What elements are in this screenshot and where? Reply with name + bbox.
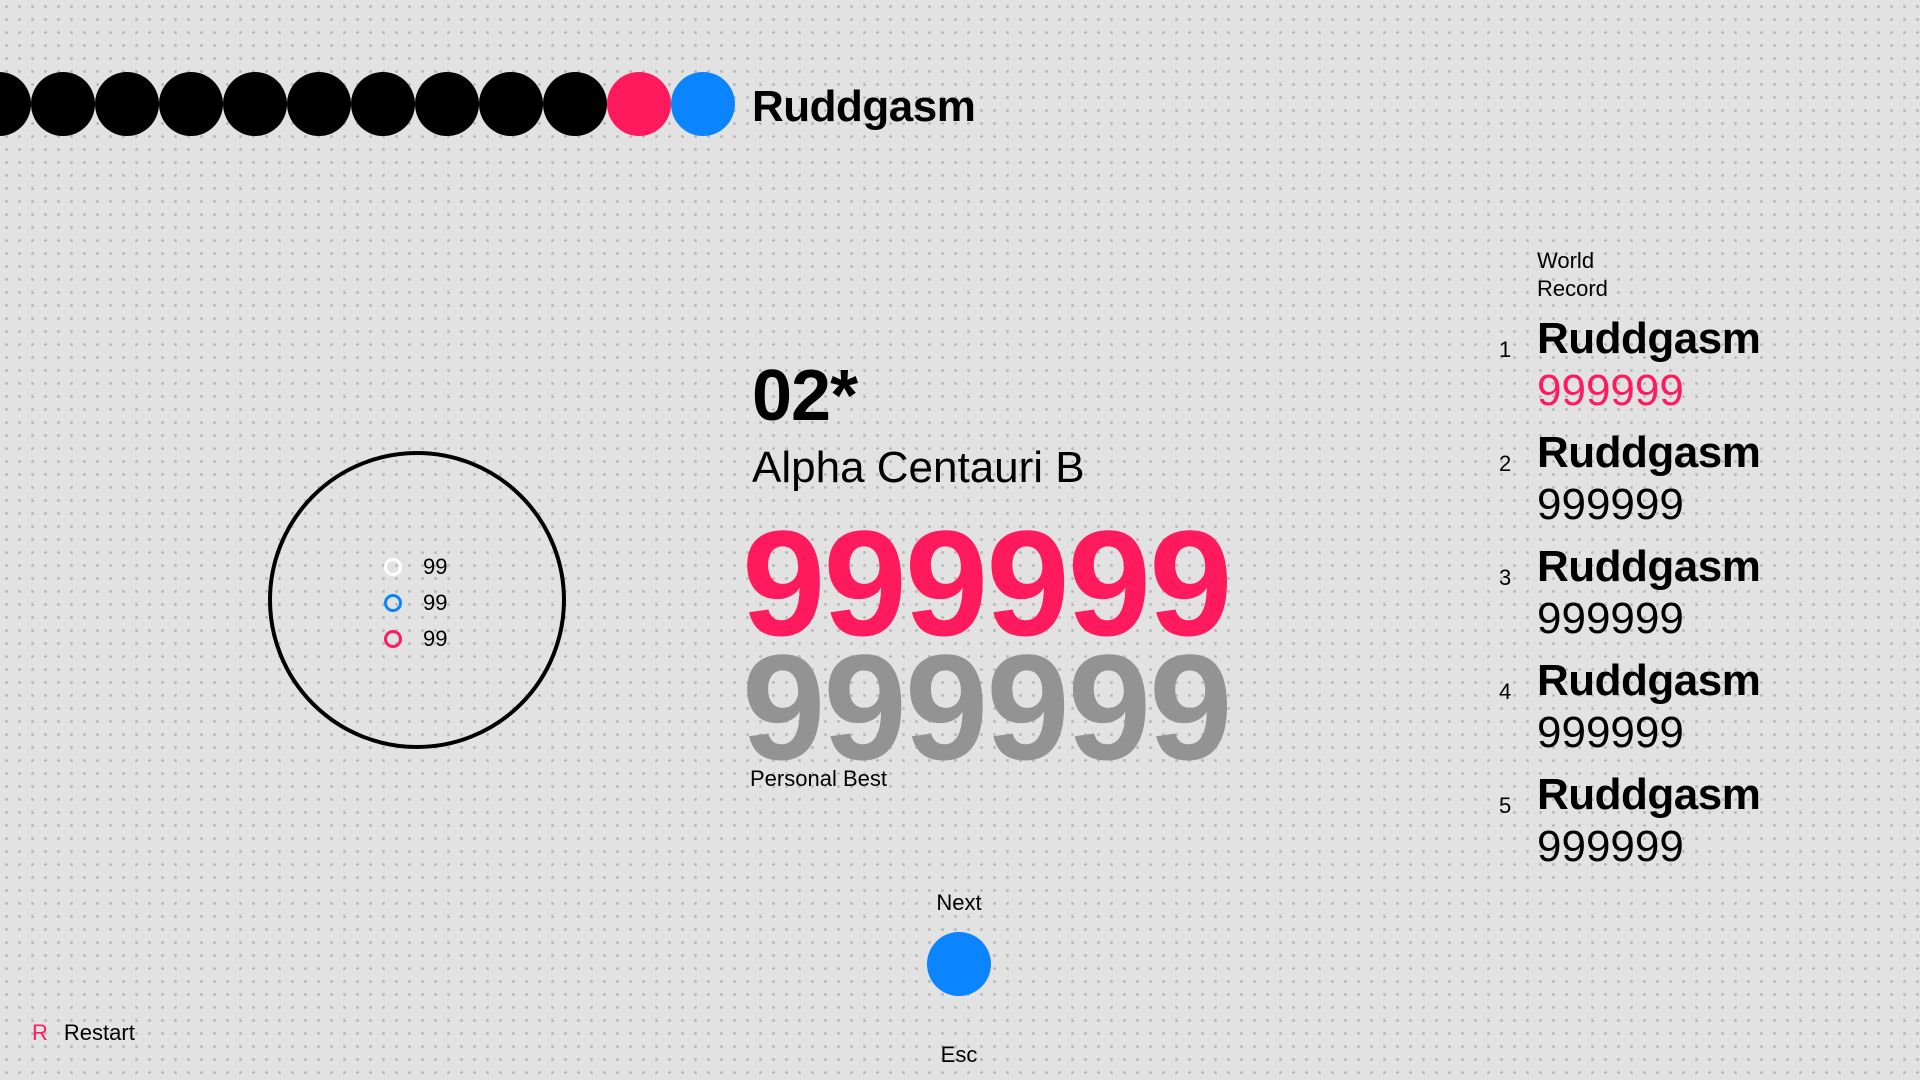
progress-dot-black [95,72,159,136]
world-record-title-line2: Record [1537,276,1608,301]
personal-best-label: Personal Best [750,766,887,791]
restart-label: Restart [63,1020,135,1045]
next-label: Next [936,890,982,915]
world-record-title-line1: World [1537,248,1595,273]
progress-dot-black [287,72,351,136]
leaderboard-name: Ruddgasm [1537,428,1761,477]
level-number: 02* [752,356,858,436]
leaderboard-score: 999999 [1537,594,1684,643]
leaderboard-score: 999999 [1537,480,1684,529]
leaderboard-entry: 3 Ruddgasm 999999 [1490,542,1790,653]
progress-dot-black [479,72,543,136]
judgement-row-pink: 99 [384,626,447,652]
judgement-count: 99 [423,590,448,615]
leaderboard-rank: 2 [1499,451,1512,476]
esc-button[interactable]: Esc [912,1042,1006,1068]
next-button[interactable] [927,932,991,996]
leaderboard-name: Ruddgasm [1537,314,1761,363]
leaderboard-name: Ruddgasm [1537,770,1761,819]
progress-dot-black [159,72,223,136]
leaderboard-score: 999999 [1537,822,1684,871]
judgement-count: 99 [423,626,448,651]
progress-dot-black [543,72,607,136]
progress-dot-black [223,72,287,136]
leaderboard-entry: 5 Ruddgasm 999999 [1490,770,1790,881]
pink-ring-icon [384,630,402,648]
leaderboard-rank: 1 [1499,337,1512,362]
progress-dot-black [31,72,95,136]
leaderboard-rank: 3 [1499,565,1512,590]
leaderboard-entry: 1 Ruddgasm 999999 [1490,314,1790,425]
leaderboard-name: Ruddgasm [1537,542,1761,591]
white-ring-icon [384,558,402,576]
progress-dot-blue [671,72,735,136]
judgement-row-white: 99 [384,554,447,580]
progress-dot-black [351,72,415,136]
restart-key-hint: R [32,1020,48,1045]
level-progress-dots [0,72,735,136]
leaderboard-rank: 5 [1499,793,1512,818]
leaderboard-entry: 4 Ruddgasm 999999 [1490,656,1790,767]
level-name: Alpha Centauri B [752,443,1085,492]
judgement-count: 99 [423,554,448,579]
blue-ring-icon [384,594,402,612]
leaderboard-rank: 4 [1499,679,1512,704]
world-record-title: World Record [1537,247,1657,303]
progress-dot-black [0,72,31,136]
leaderboard-entry: 2 Ruddgasm 999999 [1490,428,1790,539]
progress-dot-black [415,72,479,136]
judgement-row-blue: 99 [384,590,447,616]
progress-dot-pink [607,72,671,136]
player-name: Ruddgasm [752,82,976,131]
leaderboard-score: 999999 [1537,708,1684,757]
leaderboard-name: Ruddgasm [1537,656,1761,705]
leaderboard-score: 999999 [1537,366,1684,415]
restart-button[interactable]: R Restart [32,1020,135,1046]
personal-best-score: 999999 [742,623,1233,791]
